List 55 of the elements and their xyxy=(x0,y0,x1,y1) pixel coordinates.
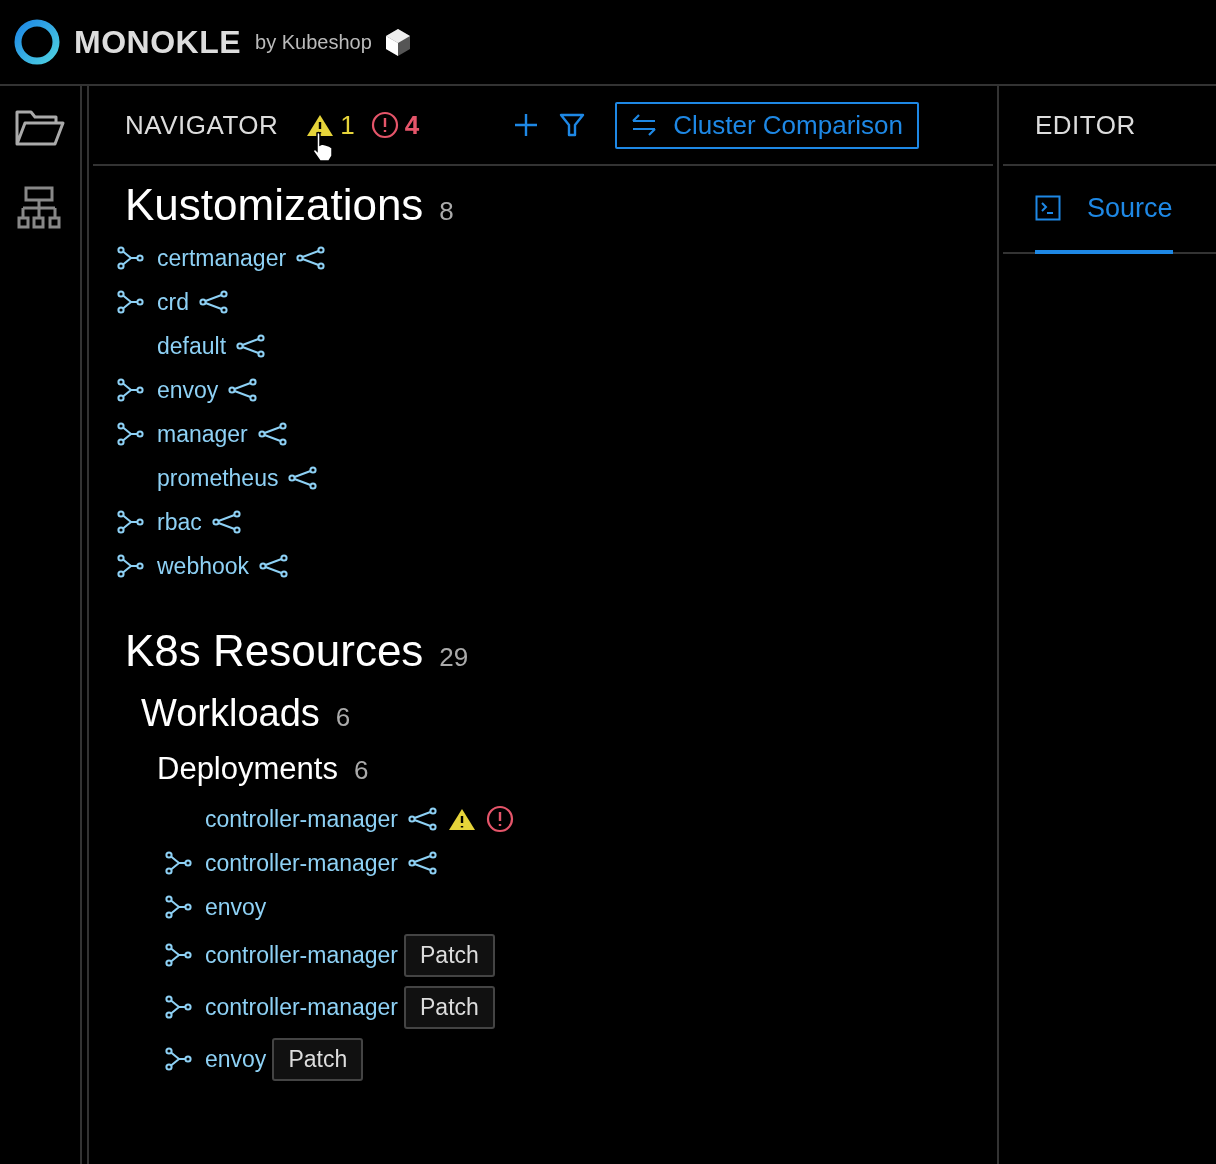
section-count: 6 xyxy=(353,755,369,786)
byline-text: by Kubeshop xyxy=(255,30,372,54)
plus-icon[interactable] xyxy=(513,112,540,138)
resource-item[interactable]: prometheus xyxy=(157,464,279,492)
patch-tag: Patch xyxy=(404,985,495,1029)
share-graph-icon[interactable] xyxy=(236,334,267,358)
patch-tag: Patch xyxy=(272,1037,364,1081)
error-count[interactable]: 4 xyxy=(404,109,420,141)
section-title: Kustomizations xyxy=(125,180,424,230)
resource-item[interactable]: manager xyxy=(157,420,248,448)
logo-text: MONOKLE xyxy=(74,23,242,61)
terminal-icon xyxy=(1035,195,1061,221)
warning-icon[interactable] xyxy=(306,113,335,137)
warning-icon[interactable] xyxy=(448,807,477,831)
resource-item[interactable]: controller-manager xyxy=(205,993,399,1021)
error-icon[interactable] xyxy=(486,805,515,833)
section-title: Deployments xyxy=(157,751,338,787)
resource-item[interactable]: webhook xyxy=(157,552,250,580)
resource-item[interactable]: envoy xyxy=(157,376,219,404)
section-count: 6 xyxy=(335,702,351,733)
share-graph-icon[interactable] xyxy=(228,378,259,402)
resource-item[interactable]: envoy xyxy=(205,893,267,921)
warning-count[interactable]: 1 xyxy=(340,109,355,141)
share-graph-icon[interactable] xyxy=(211,510,242,534)
patch-tag: Patch xyxy=(404,933,495,977)
navigator-title: NAVIGATOR xyxy=(125,109,279,141)
swap-icon xyxy=(631,113,658,137)
resource-item[interactable]: certmanager xyxy=(157,244,287,272)
share-graph-icon[interactable] xyxy=(288,466,319,490)
source-tab[interactable]: Source xyxy=(1035,166,1173,254)
section-title: Workloads xyxy=(141,692,320,735)
cube-icon xyxy=(383,27,412,57)
resource-item[interactable]: rbac xyxy=(157,508,202,536)
resource-item[interactable]: default xyxy=(157,332,227,360)
resource-item[interactable]: controller-manager xyxy=(205,849,399,877)
logo-ring-icon xyxy=(12,17,62,67)
hierarchy-icon[interactable] xyxy=(17,186,63,230)
folder-icon[interactable] xyxy=(14,108,66,148)
share-graph-icon[interactable] xyxy=(198,290,229,314)
resource-item[interactable]: controller-manager xyxy=(205,941,399,969)
share-graph-icon[interactable] xyxy=(296,246,327,270)
resource-item[interactable]: crd xyxy=(157,288,189,316)
section-count: 29 xyxy=(439,642,469,673)
section-title: K8s Resources xyxy=(125,626,424,676)
editor-title: EDITOR xyxy=(1035,109,1136,141)
resource-item[interactable]: envoy xyxy=(205,1045,267,1073)
share-graph-icon[interactable] xyxy=(257,422,288,446)
share-graph-icon[interactable] xyxy=(408,807,439,831)
filter-icon[interactable] xyxy=(559,112,586,138)
section-count: 8 xyxy=(439,196,454,227)
error-icon[interactable] xyxy=(370,111,399,139)
resource-item[interactable]: controller-manager xyxy=(205,805,399,833)
share-graph-icon[interactable] xyxy=(408,851,439,875)
share-graph-icon[interactable] xyxy=(259,554,290,578)
cluster-comparison-button[interactable]: Cluster Comparison xyxy=(615,101,919,149)
